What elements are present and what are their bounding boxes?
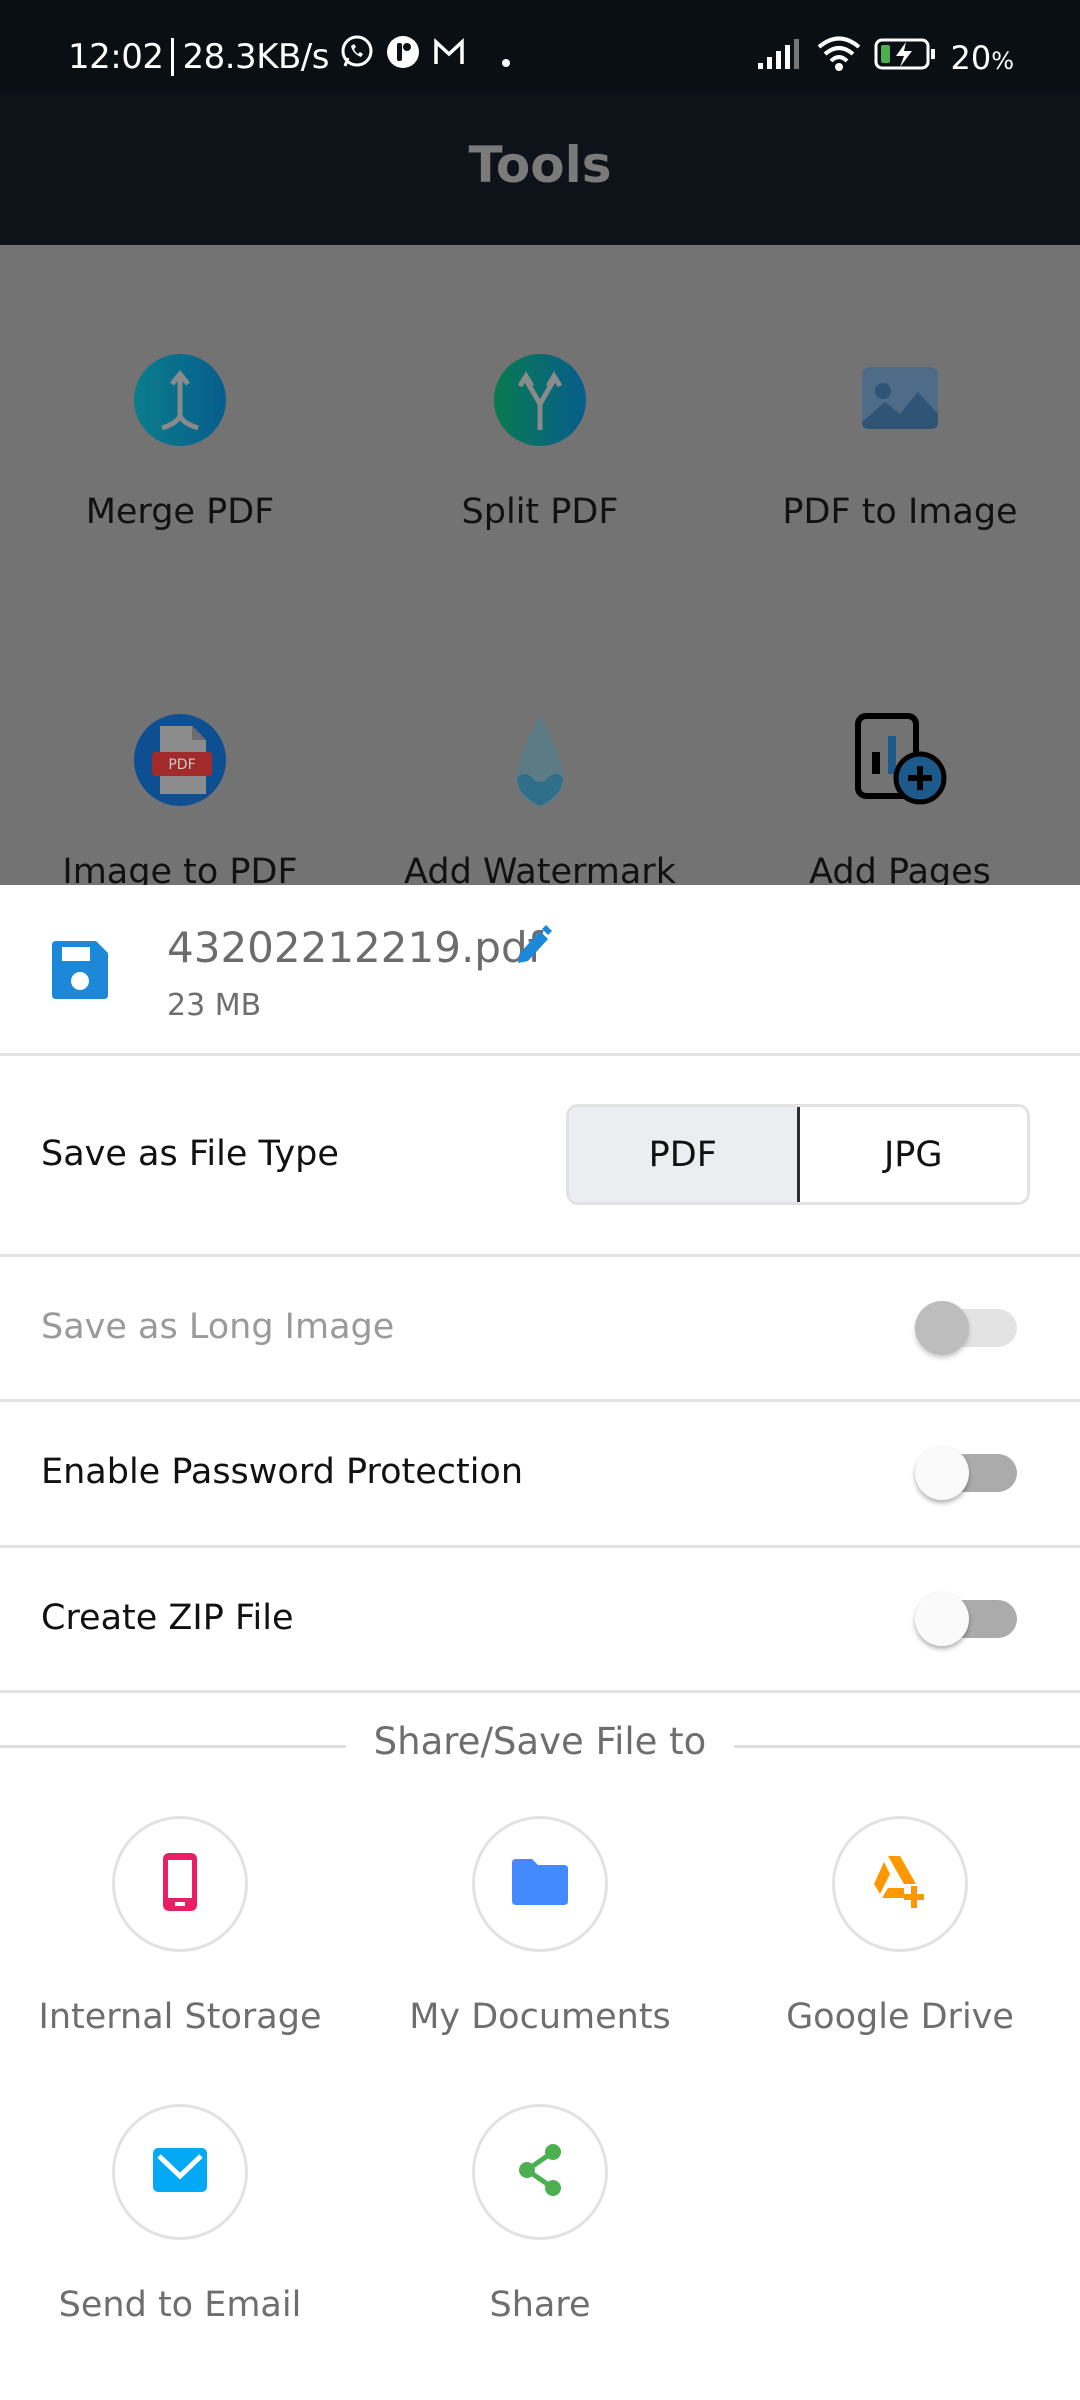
password-label: Enable Password Protection <box>41 1452 524 1492</box>
image-icon <box>852 352 948 448</box>
whatsapp-icon <box>339 34 375 79</box>
svg-text:PDF: PDF <box>168 757 195 773</box>
tool-label: Split PDF <box>461 492 619 532</box>
app-bar: Tools <box>0 92 1080 245</box>
destination-share[interactable]: Share <box>360 2104 720 2325</box>
email-icon <box>153 2148 207 2196</box>
destination-circle[interactable] <box>112 2104 248 2240</box>
file-name: 43202212219.pdf <box>167 923 543 972</box>
tool-add-pages[interactable]: Add Pages <box>720 712 1080 892</box>
folder-icon <box>512 1859 568 1909</box>
destination-send-to-email[interactable]: Send to Email <box>0 2104 360 2325</box>
file-type-pdf-button[interactable]: PDF <box>569 1107 800 1202</box>
tools-grid: Merge PDF Split PDF PDF to Image PDF Ima… <box>0 245 1080 892</box>
status-time: 12:02 <box>68 36 164 77</box>
toggle-thumb <box>915 1301 969 1355</box>
file-type-segmented-control: PDF JPG <box>566 1104 1030 1205</box>
destination-circle[interactable] <box>472 1816 608 1952</box>
tool-image-to-pdf[interactable]: PDF Image to PDF <box>0 712 360 892</box>
status-net-speed: 28.3KB/s <box>182 36 329 77</box>
long-image-label: Save as Long Image <box>41 1307 395 1347</box>
save-icon <box>50 937 110 1005</box>
destination-label: Internal Storage <box>38 1997 322 2037</box>
water-drop-icon <box>492 712 588 808</box>
destination-label: Google Drive <box>786 1997 1014 2037</box>
status-bar: 12:02 28.3KB/s 20% <box>0 0 1080 92</box>
long-image-row: Save as Long Image <box>0 1257 1080 1399</box>
signal-icon <box>758 39 804 77</box>
zip-label: Create ZIP File <box>41 1598 294 1638</box>
password-row: Enable Password Protection <box>0 1402 1080 1544</box>
toggle-thumb <box>915 1592 969 1646</box>
destination-internal-storage[interactable]: Internal Storage <box>0 1816 360 2037</box>
pdf-file-icon: PDF <box>132 712 228 808</box>
zip-row: Create ZIP File <box>0 1548 1080 1690</box>
phone-icon <box>162 1852 198 1916</box>
password-toggle[interactable] <box>915 1442 1019 1502</box>
app-icon <box>385 34 421 79</box>
google-drive-icon <box>872 1856 928 1912</box>
edit-filename-icon[interactable] <box>512 925 552 973</box>
battery-level: 20% <box>950 39 1014 77</box>
tool-split-pdf[interactable]: Split PDF <box>360 352 720 532</box>
destination-circle[interactable] <box>832 1816 968 1952</box>
merge-icon <box>132 352 228 448</box>
destination-circle[interactable] <box>112 1816 248 1952</box>
page-title: Tools <box>468 136 612 194</box>
add-pages-icon <box>852 712 948 808</box>
destination-circle[interactable] <box>472 2104 608 2240</box>
status-separator <box>171 37 175 76</box>
destination-google-drive[interactable]: Google Drive <box>720 1816 1080 2037</box>
dot-icon <box>501 37 511 77</box>
share-header-text: Share/Save File to <box>373 1720 707 1763</box>
wifi-icon <box>816 36 862 80</box>
destination-my-documents[interactable]: My Documents <box>360 1816 720 2037</box>
file-info: 43202212219.pdf 23 MB <box>0 885 1080 1055</box>
destination-label: Share <box>489 2285 591 2325</box>
gmail-icon <box>431 34 467 79</box>
battery-charging-icon <box>874 37 938 79</box>
header-line-right <box>734 1745 1080 1748</box>
tool-label: Merge PDF <box>85 492 275 532</box>
divider <box>0 1690 1080 1693</box>
file-size: 23 MB <box>167 988 262 1023</box>
split-icon <box>492 352 588 448</box>
destination-label: Send to Email <box>58 2285 302 2325</box>
file-type-jpg-button[interactable]: JPG <box>799 1107 1027 1202</box>
tool-add-watermark[interactable]: Add Watermark <box>360 712 720 892</box>
share-icon <box>515 2142 565 2202</box>
tool-merge-pdf[interactable]: Merge PDF <box>0 352 360 532</box>
file-type-row: Save as File Type PDF JPG <box>0 1056 1080 1256</box>
tool-pdf-to-image[interactable]: PDF to Image <box>720 352 1080 532</box>
file-type-label: Save as File Type <box>41 1134 339 1174</box>
destination-label: My Documents <box>409 1997 671 2037</box>
tool-label: PDF to Image <box>782 492 1018 532</box>
toggle-thumb <box>915 1446 969 1500</box>
share-section-header: Share/Save File to <box>0 1720 1080 1770</box>
long-image-toggle[interactable] <box>915 1297 1019 1357</box>
zip-toggle[interactable] <box>915 1588 1019 1648</box>
save-bottom-sheet: 43202212219.pdf 23 MB Save as File Type … <box>0 885 1080 2400</box>
